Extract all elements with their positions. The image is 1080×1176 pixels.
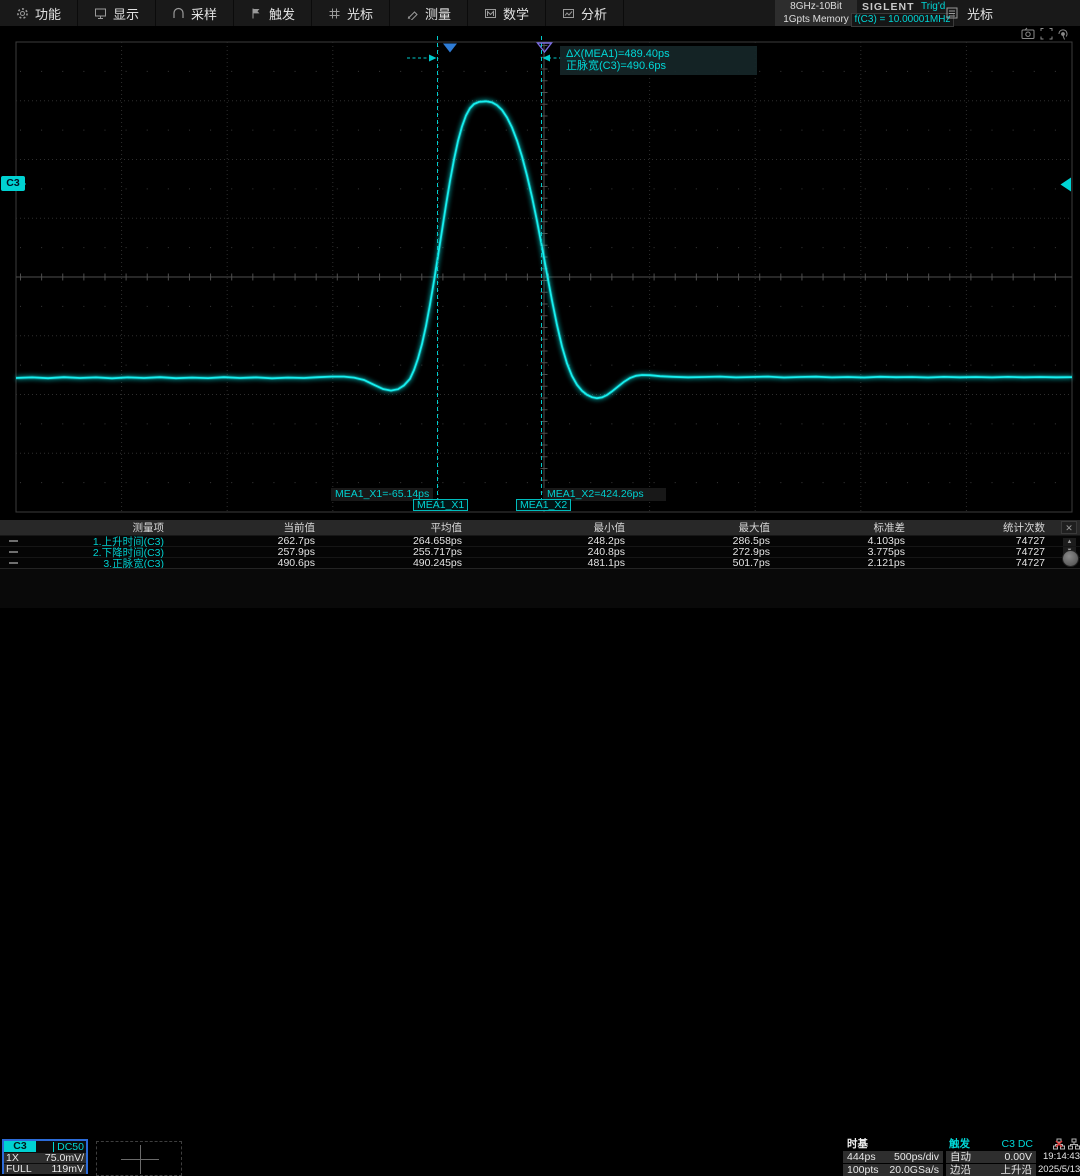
clock-time: 19:14:43: [1038, 1150, 1080, 1163]
row-handle-icon[interactable]: [9, 551, 18, 553]
fullscreen-icon[interactable]: [1041, 29, 1052, 40]
lan-disconnected-icon: [1053, 1138, 1065, 1150]
trigger-level-marker[interactable]: [1061, 178, 1072, 192]
screenshot-camera-icon[interactable]: [1022, 28, 1034, 39]
trigger-delay-marker[interactable]: [443, 44, 457, 53]
channel3-offset-marker[interactable]: C3: [1, 176, 25, 191]
trigger-level: 0.00V: [1005, 1151, 1032, 1163]
crosshair-icon: [140, 1145, 141, 1174]
header-std: 标准差: [770, 520, 905, 535]
channel-scale: 75.0mV/: [45, 1153, 84, 1163]
timebase-scale: 500ps/div: [894, 1151, 939, 1163]
cursor-x2-tag[interactable]: MEA1_X2: [516, 499, 571, 511]
waveform-display: [0, 0, 1080, 608]
channel3-descriptor[interactable]: C3 DC50 1X 75.0mV/ FULL 119mV: [2, 1139, 88, 1174]
row-handle-icon[interactable]: [9, 562, 18, 564]
graticule: [16, 42, 1072, 512]
timebase-title: 时基: [843, 1138, 943, 1150]
header-current: 当前值: [164, 520, 315, 535]
channel-offset: 119mV: [52, 1164, 85, 1174]
cursor-delta-right-arrowhead: [429, 55, 437, 62]
header-mean: 平均值: [315, 520, 462, 535]
scroll-up-button[interactable]: ▲: [1063, 538, 1076, 546]
trigger-mode: 自动: [950, 1151, 971, 1163]
clock-date: 2025/5/13: [1038, 1163, 1080, 1176]
trigger-slope: 上升沿: [1001, 1164, 1033, 1176]
touch-icon[interactable]: [1059, 30, 1067, 40]
close-table-button[interactable]: ✕: [1061, 521, 1077, 534]
trigger-descriptor[interactable]: 触发 C3 DC 自动 0.00V 边沿 上升沿: [946, 1138, 1036, 1176]
channel-name-tab: C3: [4, 1141, 36, 1152]
timebase-descriptor[interactable]: 时基 444ps 500ps/div 100pts 20.0GSa/s: [843, 1138, 943, 1176]
lan-icon: [1068, 1138, 1080, 1150]
channel-coupling: DC50: [53, 1142, 86, 1152]
positive-width-value: 正脉宽(C3)=490.6ps: [566, 61, 751, 73]
cursor-delta-annotation: ΔX(MEA1)=489.40ps 正脉宽(C3)=490.6ps: [560, 46, 757, 75]
trigger-source: C3 DC: [1001, 1138, 1033, 1150]
add-channel-placeholder[interactable]: [96, 1141, 182, 1176]
header-max: 最大值: [625, 520, 770, 535]
timebase-samplerate: 20.0GSa/s: [889, 1164, 939, 1176]
timebase-points: 100pts: [847, 1164, 879, 1176]
header-min: 最小值: [462, 520, 625, 535]
table-row[interactable]: 3.正脉宽(C3) 490.6ps 490.245ps 481.1ps 501.…: [0, 557, 1080, 568]
timebase-delay: 444ps: [847, 1151, 876, 1163]
channel-bandwidth: FULL: [6, 1164, 32, 1174]
trigger-type: 边沿: [950, 1164, 971, 1176]
delta-x-value: ΔX(MEA1)=489.40ps: [566, 49, 751, 61]
status-bar: C3 DC50 1X 75.0mV/ FULL 119mV 时基 444ps 5…: [0, 568, 1080, 608]
channel-attenuation: 1X: [6, 1153, 19, 1163]
clock-panel: 19:14:43 2025/5/13: [1038, 1138, 1080, 1176]
row-handle-icon[interactable]: [9, 540, 18, 542]
measurement-table: 测量项 当前值 平均值 最小值 最大值 标准差 统计次数 1.上升时间(C3) …: [0, 520, 1080, 568]
header-count: 统计次数: [905, 520, 1045, 535]
trigger-title: 触发: [949, 1138, 970, 1150]
cursor-x1-tag[interactable]: MEA1_X1: [413, 499, 468, 511]
knob-indicator-icon[interactable]: [1062, 550, 1079, 567]
